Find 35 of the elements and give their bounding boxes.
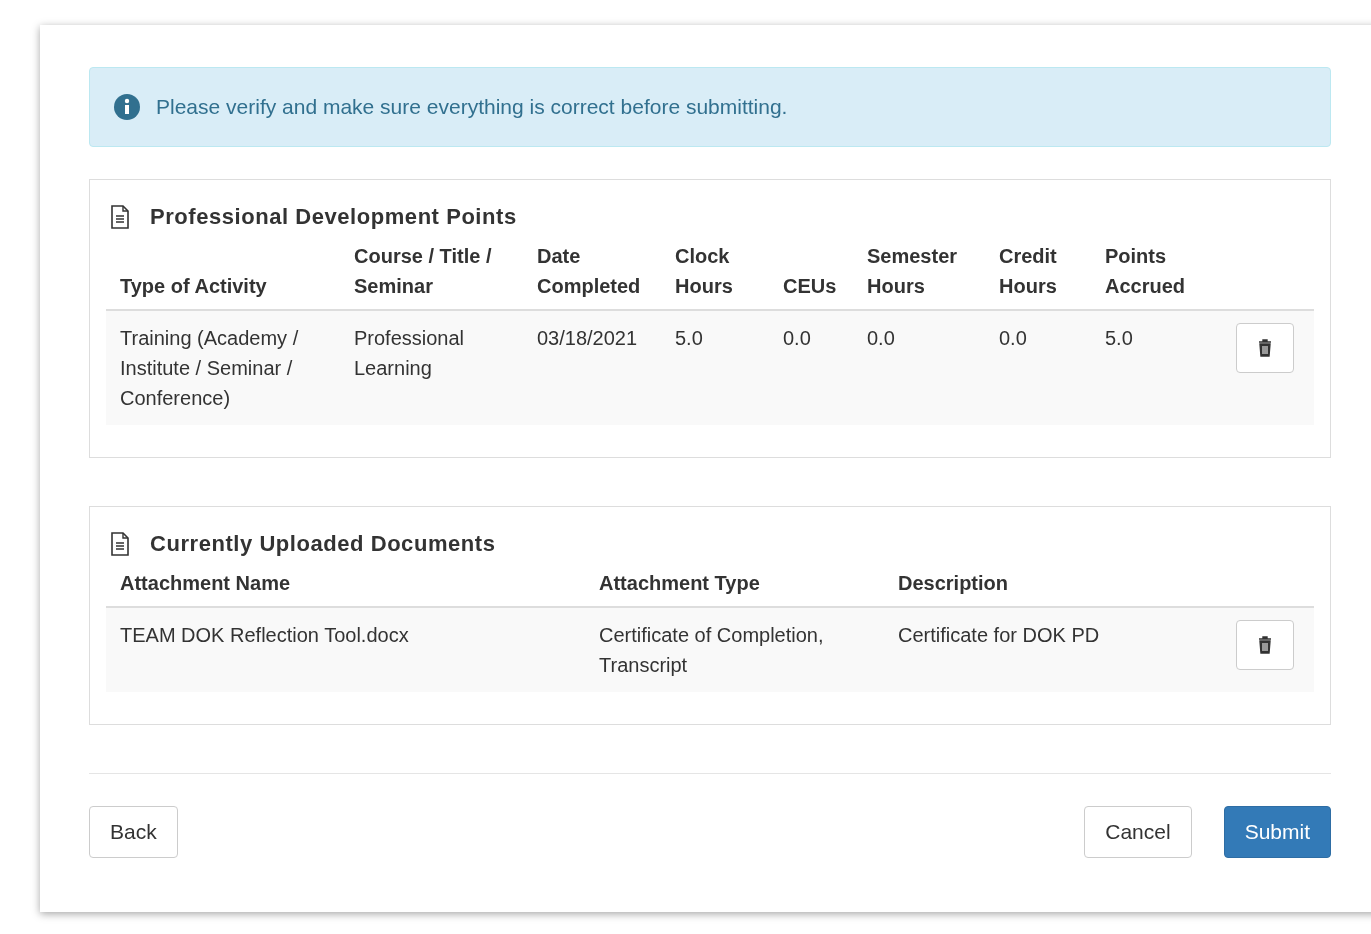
column-header: Points Accrued <box>1104 244 1187 299</box>
table-cell-text: Training (Academy / Institute / Seminar / Conference) <box>119 326 300 411</box>
column-header: Clock Hours <box>674 244 734 299</box>
trash-icon <box>1257 636 1272 654</box>
trash-icon <box>1257 339 1272 357</box>
table-cell-text: 0.0 <box>782 326 812 351</box>
info-icon <box>114 94 140 120</box>
table-cell-text: 5.0 <box>1104 326 1134 351</box>
column-header: Attachment Type <box>598 571 761 596</box>
column-header: Date Completed <box>536 244 642 299</box>
table-cell-text: Certificate of Completion, Transcript <box>598 623 825 678</box>
table-cell-text: 5.0 <box>674 326 704 351</box>
panel-title: Professional Development Points <box>150 203 517 231</box>
column-header: Semester Hours <box>866 244 959 299</box>
column-header: Type of Activity <box>119 274 268 299</box>
delete-button[interactable] <box>1235 323 1294 373</box>
table-cell-text: 0.0 <box>998 326 1028 351</box>
column-header: Course / Title / Seminar <box>353 244 493 299</box>
table-cell-text: TEAM DOK Reflection Tool.docx <box>119 623 410 648</box>
column-header: Description <box>897 571 1010 596</box>
back-button[interactable]: Back <box>89 806 178 858</box>
table-cell-text: 0.0 <box>866 326 896 351</box>
column-header: Credit Hours <box>998 244 1058 299</box>
column-header: CEUs <box>782 274 838 299</box>
table-cell-text: Certificate for DOK PD <box>897 623 1101 648</box>
delete-button[interactable] <box>1235 620 1294 670</box>
table-cell-text: Professional Learning <box>353 326 466 381</box>
column-header: Attachment Name <box>119 571 292 596</box>
panel-title: Currently Uploaded Documents <box>150 530 496 558</box>
table-cell-text: 03/18/2021 <box>536 326 639 351</box>
cancel-button[interactable]: Cancel <box>1084 806 1192 858</box>
alert-text: Please verify and make sure everything is correct before submitting. <box>156 94 788 121</box>
document-icon <box>110 531 130 556</box>
submit-button[interactable]: Submit <box>1223 806 1331 858</box>
document-icon <box>110 204 130 229</box>
